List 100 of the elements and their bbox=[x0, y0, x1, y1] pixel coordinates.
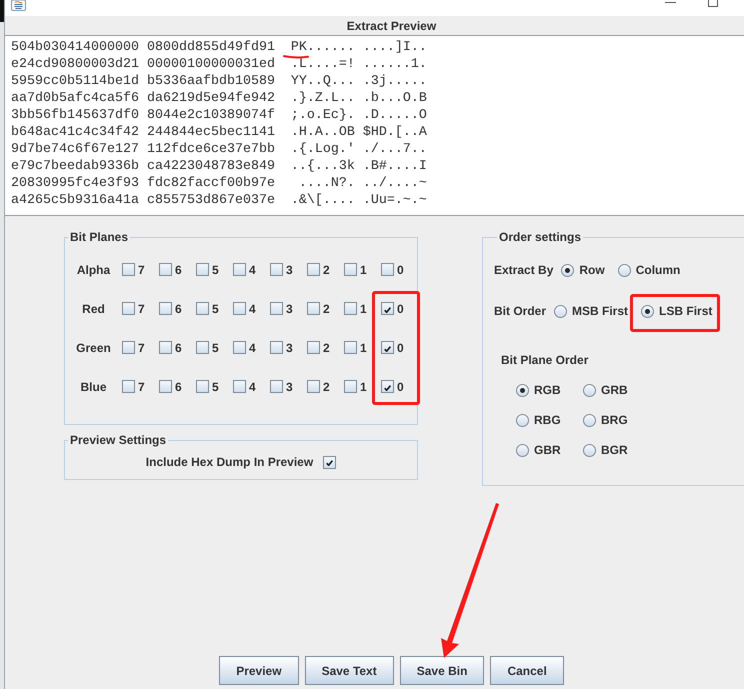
hex-dump-line: 3bb56fb145637df0 8044e2c10389074f ;.o.Ec}. .D.....O bbox=[11, 109, 427, 123]
checkbox-label: 3 bbox=[286, 262, 293, 276]
checkbox-label: 2 bbox=[323, 262, 330, 276]
checkbox[interactable] bbox=[270, 302, 283, 315]
checkbox-label: Include Hex Dump In Preview bbox=[146, 455, 314, 469]
radio-label: RGB bbox=[534, 383, 561, 397]
radio-button[interactable] bbox=[554, 304, 568, 318]
checkbox-label: 0 bbox=[397, 262, 404, 276]
checkbox-label: 1 bbox=[360, 302, 367, 316]
checkbox-label: 0 bbox=[397, 340, 404, 354]
checkbox[interactable] bbox=[196, 302, 209, 315]
checkbox-label: 3 bbox=[286, 380, 293, 394]
maximize-icon[interactable] bbox=[708, 0, 718, 7]
checkbox[interactable] bbox=[270, 380, 283, 393]
dialog-button[interactable]: Preview bbox=[219, 656, 299, 685]
checkbox[interactable] bbox=[196, 380, 209, 393]
checkbox-label: 6 bbox=[175, 340, 182, 354]
checkbox[interactable] bbox=[307, 380, 320, 393]
radio-button[interactable] bbox=[618, 264, 631, 276]
checkmark-icon bbox=[326, 460, 333, 466]
hex-dump-line: b648ac41c4c34f42 244844ec5bec1141 .H.A..OB $HD.[..A bbox=[11, 126, 427, 140]
app-icon[interactable] bbox=[11, 0, 26, 11]
checkbox[interactable] bbox=[122, 341, 135, 354]
radio-label: BGR bbox=[601, 443, 628, 457]
group-title: Preview Settings bbox=[69, 433, 168, 447]
field-label: Extract By bbox=[494, 263, 554, 277]
group-title: Bit Planes bbox=[69, 230, 130, 244]
checkbox[interactable] bbox=[233, 263, 246, 276]
checkbox[interactable] bbox=[122, 380, 135, 393]
checkmark-icon bbox=[384, 306, 390, 312]
checkmark-icon bbox=[384, 384, 390, 390]
checkbox[interactable] bbox=[159, 341, 172, 354]
group-title: Order settings bbox=[498, 230, 582, 244]
checkbox[interactable] bbox=[381, 380, 394, 393]
checkbox[interactable] bbox=[381, 263, 394, 276]
checkbox[interactable] bbox=[381, 341, 394, 354]
checkbox[interactable] bbox=[344, 341, 357, 354]
checkbox[interactable] bbox=[159, 302, 172, 315]
radio-button[interactable] bbox=[583, 384, 596, 396]
checkbox-label: 4 bbox=[249, 340, 256, 354]
hex-dump-line: 504b030414000000 0800dd855d49fd91 PK...... ....]I.. bbox=[11, 41, 427, 55]
checkbox[interactable] bbox=[344, 302, 357, 315]
radio-button[interactable] bbox=[516, 444, 529, 456]
checkbox-label: 7 bbox=[138, 340, 145, 354]
radio-button[interactable] bbox=[516, 384, 529, 396]
checkbox[interactable] bbox=[196, 263, 209, 276]
checkbox-label: 0 bbox=[397, 380, 404, 394]
checkbox-label: 6 bbox=[175, 380, 182, 394]
radio-label: GBR bbox=[534, 443, 561, 457]
checkmark-icon bbox=[384, 346, 390, 352]
radio-button[interactable] bbox=[561, 264, 574, 276]
dialog-button[interactable]: Cancel bbox=[490, 656, 564, 685]
checkbox-label: 2 bbox=[323, 380, 330, 394]
dialog-button[interactable]: Save Text bbox=[304, 656, 394, 685]
checkbox[interactable] bbox=[233, 341, 246, 354]
checkbox[interactable] bbox=[159, 380, 172, 393]
checkbox[interactable] bbox=[196, 341, 209, 354]
radio-button[interactable] bbox=[516, 414, 529, 426]
hex-dump-line: 5959cc0b5114be1d b5336aafbdb10589 YY..Q... .3j..... bbox=[11, 75, 427, 89]
checkbox-label: 0 bbox=[397, 302, 404, 316]
checkbox[interactable] bbox=[307, 341, 320, 354]
checkbox[interactable] bbox=[159, 263, 172, 276]
radio-label: MSB First bbox=[572, 304, 628, 318]
checkbox-label: 6 bbox=[175, 262, 182, 276]
checkbox-label: 7 bbox=[138, 380, 145, 394]
checkbox-label: 7 bbox=[138, 302, 145, 316]
checkbox[interactable] bbox=[270, 341, 283, 354]
channel-label: Red bbox=[82, 302, 105, 316]
checkbox-label: 5 bbox=[212, 302, 219, 316]
checkbox-label: 7 bbox=[138, 262, 145, 276]
checkbox[interactable] bbox=[233, 380, 246, 393]
checkbox-label: 4 bbox=[249, 302, 256, 316]
checkbox-label: 3 bbox=[286, 302, 293, 316]
checkbox[interactable] bbox=[122, 263, 135, 276]
checkbox-label: 1 bbox=[360, 262, 367, 276]
dialog-button[interactable]: Save Bin bbox=[400, 656, 484, 685]
minimize-icon[interactable] bbox=[665, 2, 676, 4]
checkbox[interactable] bbox=[307, 302, 320, 315]
radio-button[interactable] bbox=[583, 414, 596, 426]
checkbox-label: 4 bbox=[249, 262, 256, 276]
radio-button[interactable] bbox=[641, 304, 654, 318]
radio-label: RBG bbox=[534, 413, 561, 427]
field-label: Bit Order bbox=[494, 304, 546, 318]
radio-label: LSB First bbox=[659, 304, 712, 318]
checkbox[interactable] bbox=[344, 263, 357, 276]
channel-label: Green bbox=[76, 340, 111, 354]
checkbox[interactable] bbox=[122, 302, 135, 315]
checkbox[interactable] bbox=[233, 302, 246, 315]
checkbox[interactable] bbox=[381, 302, 394, 315]
checkbox[interactable] bbox=[323, 456, 336, 468]
hex-dump-line: 9d7be74c6f67e127 112fdce6ce37e7bb .{.Log.' ./...7.. bbox=[11, 143, 427, 157]
checkbox[interactable] bbox=[307, 263, 320, 276]
checkbox-label: 2 bbox=[323, 302, 330, 316]
checkbox[interactable] bbox=[344, 380, 357, 393]
radio-button[interactable] bbox=[583, 444, 596, 456]
radio-label: GRB bbox=[601, 383, 628, 397]
hex-dump-line: a4265c5b9316a41a c855753d867e037e .&\[.... .Uu=.~.~ bbox=[11, 194, 427, 208]
checkbox[interactable] bbox=[270, 263, 283, 276]
checkbox-label: 3 bbox=[286, 340, 293, 354]
preview-title: Extract Preview bbox=[346, 18, 436, 32]
